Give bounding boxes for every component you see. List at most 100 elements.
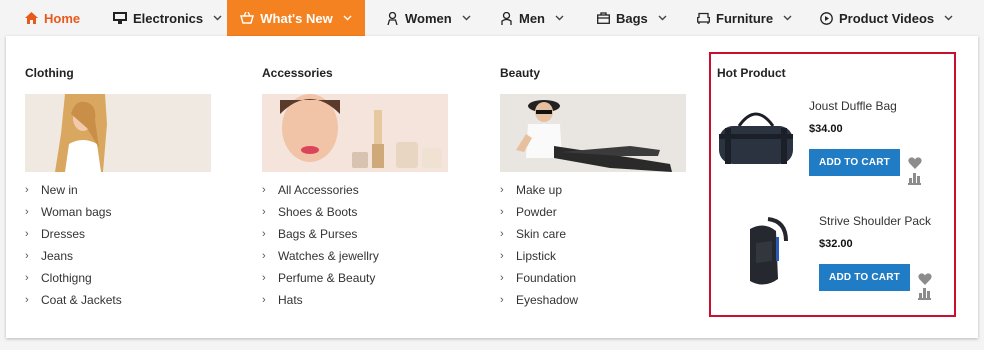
clothing-banner-image[interactable] — [25, 94, 211, 172]
product-image-duffle-bag[interactable] — [717, 106, 795, 168]
link-coat-jackets[interactable]: › Coat & Jackets — [25, 289, 122, 311]
chevron-down-icon — [213, 15, 222, 21]
nav-label-electronics: Electronics — [133, 10, 204, 26]
column-title-beauty: Beauty — [500, 66, 541, 80]
nav-label-men: Men — [519, 10, 545, 26]
link-bags-purses[interactable]: › Bags & Purses — [262, 223, 379, 245]
chevron-right-icon: › — [500, 294, 504, 306]
link-skin-care[interactable]: › Skin care — [500, 223, 578, 245]
link-label: Lipstick — [516, 249, 557, 263]
link-shoes-boots[interactable]: › Shoes & Boots — [262, 201, 379, 223]
add-to-cart-button[interactable]: ADD TO CART — [809, 149, 900, 176]
link-label: Eyeshadow — [516, 293, 579, 307]
link-dresses[interactable]: › Dresses — [25, 223, 122, 245]
link-label: All Accessories — [278, 183, 359, 197]
link-label: Watches & jewellry — [278, 249, 379, 263]
chevron-down-icon — [343, 15, 352, 21]
hot-product-title: Hot Product — [717, 66, 786, 80]
nav-label-women: Women — [405, 10, 452, 26]
link-jeans[interactable]: › Jeans — [25, 245, 122, 267]
compare-icon[interactable] — [908, 172, 921, 190]
link-label: Skin care — [516, 227, 567, 241]
nav-item-home[interactable]: Home — [24, 0, 80, 36]
chevron-right-icon: › — [25, 272, 29, 284]
link-label: Clothigng — [41, 271, 92, 285]
link-clothing[interactable]: › Clothigng — [25, 267, 122, 289]
nav-item-women[interactable]: Women — [385, 0, 471, 36]
beauty-links: › Make up › Powder › Skin care › Lipstick › F… — [500, 179, 578, 311]
monitor-icon — [113, 11, 127, 25]
chevron-right-icon: › — [500, 272, 504, 284]
armchair-icon — [696, 11, 710, 25]
link-lipstick[interactable]: › Lipstick — [500, 245, 578, 267]
chevron-down-icon — [944, 15, 953, 21]
product-name-duffle-bag[interactable]: Joust Duffle Bag — [809, 99, 897, 113]
chevron-down-icon — [462, 15, 471, 21]
nav-item-bags[interactable]: Bags — [596, 0, 667, 36]
nav-item-whats-new[interactable]: What's New — [227, 0, 365, 36]
home-icon — [24, 11, 38, 25]
link-label: Foundation — [516, 271, 577, 285]
chevron-right-icon: › — [25, 294, 29, 306]
product-image-shoulder-pack[interactable] — [738, 217, 790, 289]
beauty-banner-image[interactable] — [500, 94, 686, 172]
nav-label-bags: Bags — [616, 10, 648, 26]
link-label: Bags & Purses — [278, 227, 358, 241]
chevron-right-icon: › — [25, 184, 29, 196]
add-to-cart-button[interactable]: ADD TO CART — [819, 264, 910, 291]
link-all-accessories[interactable]: › All Accessories — [262, 179, 379, 201]
link-label: Make up — [516, 183, 563, 197]
nav-item-product-videos[interactable]: Product Videos — [819, 0, 953, 36]
chevron-right-icon: › — [262, 294, 266, 306]
chevron-right-icon: › — [262, 272, 266, 284]
link-powder[interactable]: › Powder — [500, 201, 578, 223]
link-label: Jeans — [41, 249, 74, 263]
column-title-accessories: Accessories — [262, 66, 333, 80]
nav-label-home: Home — [44, 10, 81, 26]
nav-label-furniture: Furniture — [716, 10, 774, 26]
chevron-right-icon: › — [500, 250, 504, 262]
nav-item-electronics[interactable]: Electronics — [113, 0, 222, 36]
link-label: Powder — [516, 205, 557, 219]
main-navigation: Home Electronics What's New Women Men Ba — [0, 0, 984, 36]
compare-icon[interactable] — [918, 287, 931, 305]
chevron-right-icon: › — [25, 228, 29, 240]
chevron-right-icon: › — [500, 228, 504, 240]
link-label: Hats — [278, 293, 303, 307]
product-name-shoulder-pack[interactable]: Strive Shoulder Pack — [819, 214, 931, 228]
accessories-links: › All Accessories › Shoes & Boots › Bags & … — [262, 179, 379, 311]
link-eyeshadow[interactable]: › Eyeshadow — [500, 289, 578, 311]
chevron-down-icon — [783, 15, 792, 21]
link-new-in[interactable]: › New in — [25, 179, 122, 201]
link-foundation[interactable]: › Foundation — [500, 267, 578, 289]
chevron-right-icon: › — [500, 184, 504, 196]
link-woman-bags[interactable]: › Woman bags — [25, 201, 122, 223]
nav-item-furniture[interactable]: Furniture — [696, 0, 792, 36]
link-label: Coat & Jackets — [41, 293, 122, 307]
link-hats[interactable]: › Hats — [262, 289, 379, 311]
column-title-clothing: Clothing — [25, 66, 74, 80]
link-make-up[interactable]: › Make up — [500, 179, 578, 201]
link-watches-jewellry[interactable]: › Watches & jewellry — [262, 245, 379, 267]
chevron-right-icon: › — [25, 206, 29, 218]
product-price-duffle-bag: $34.00 — [809, 123, 843, 135]
accessories-banner-image[interactable] — [262, 94, 448, 172]
nav-label-whats-new: What's New — [260, 10, 333, 26]
nav-item-men[interactable]: Men — [499, 0, 564, 36]
link-label: Shoes & Boots — [278, 205, 358, 219]
man-icon — [499, 11, 513, 25]
chevron-right-icon: › — [262, 228, 266, 240]
chevron-right-icon: › — [262, 184, 266, 196]
link-perfume-beauty[interactable]: › Perfume & Beauty — [262, 267, 379, 289]
link-label: Woman bags — [41, 205, 112, 219]
chevron-right-icon: › — [500, 206, 504, 218]
nav-label-product-videos: Product Videos — [839, 10, 935, 26]
chevron-right-icon: › — [262, 206, 266, 218]
play-icon — [819, 11, 833, 25]
link-label: New in — [41, 183, 78, 197]
clothing-links: › New in › Woman bags › Dresses › Jeans › Clo… — [25, 179, 122, 311]
chevron-right-icon: › — [262, 250, 266, 262]
briefcase-icon — [596, 11, 610, 25]
basket-icon — [240, 11, 255, 25]
chevron-right-icon: › — [25, 250, 29, 262]
